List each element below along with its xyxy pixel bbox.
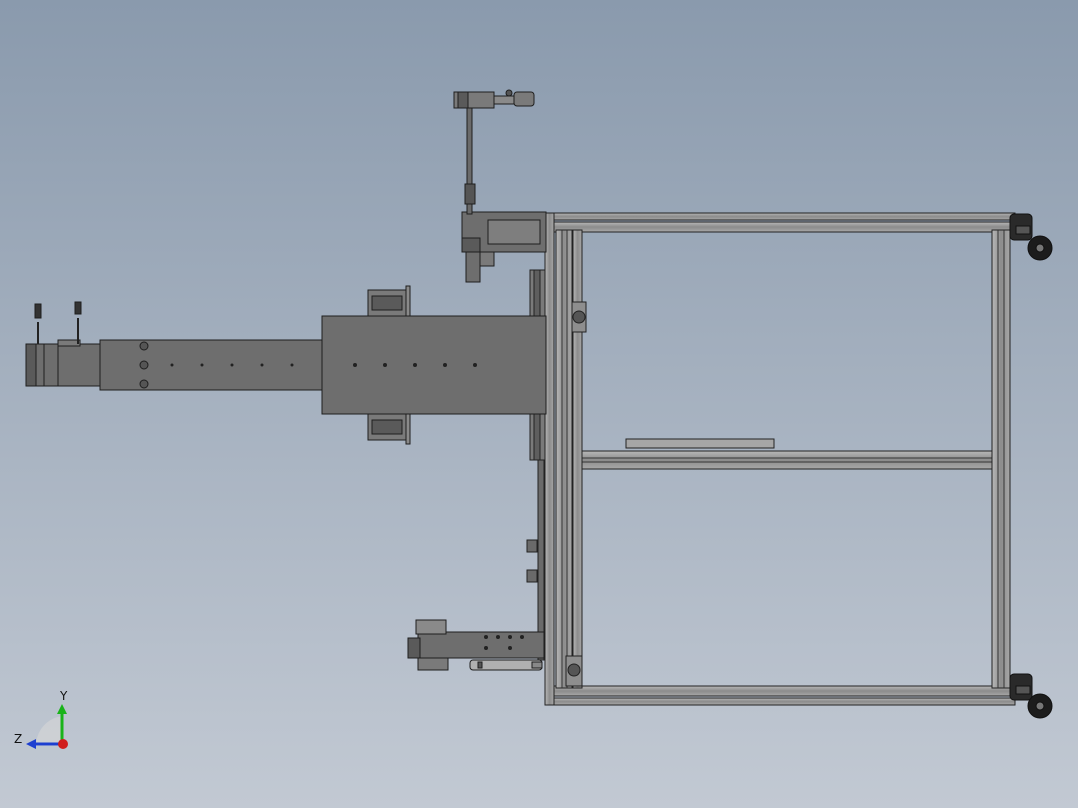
triad-z-label: Z xyxy=(14,732,22,746)
upper-gripper-assembly[interactable] xyxy=(453,89,547,283)
telescopic-arm[interactable] xyxy=(99,339,323,391)
frame-top-rail[interactable] xyxy=(544,212,1016,221)
frame-bottom-rail-outer[interactable] xyxy=(544,697,1016,706)
middle-rail-plate[interactable] xyxy=(625,438,775,449)
frame-top-rail-inner[interactable] xyxy=(552,221,1014,233)
frame-guide-post[interactable] xyxy=(572,229,583,689)
aluminium-frame[interactable] xyxy=(544,212,1016,706)
frame-middle-rail[interactable] xyxy=(571,450,993,470)
frame-bottom-rail[interactable] xyxy=(552,685,1014,697)
cad-graphics-viewport[interactable]: Y Z xyxy=(0,0,1078,808)
triad-y-label: Y xyxy=(59,689,68,703)
caster-wheel-top[interactable] xyxy=(1009,213,1053,261)
caster-wheel-bottom[interactable] xyxy=(1009,673,1053,719)
lower-gripper-assembly[interactable] xyxy=(407,619,545,671)
assembly-drawing[interactable]: Y Z xyxy=(0,0,1078,808)
main-carriage[interactable] xyxy=(321,285,547,445)
frame-left-post[interactable] xyxy=(555,229,573,689)
frame-left-post-outer[interactable] xyxy=(544,212,555,706)
reference-triad: Y Z xyxy=(14,689,68,749)
servo-motor[interactable] xyxy=(25,301,101,387)
frame-right-post[interactable] xyxy=(991,229,1011,689)
